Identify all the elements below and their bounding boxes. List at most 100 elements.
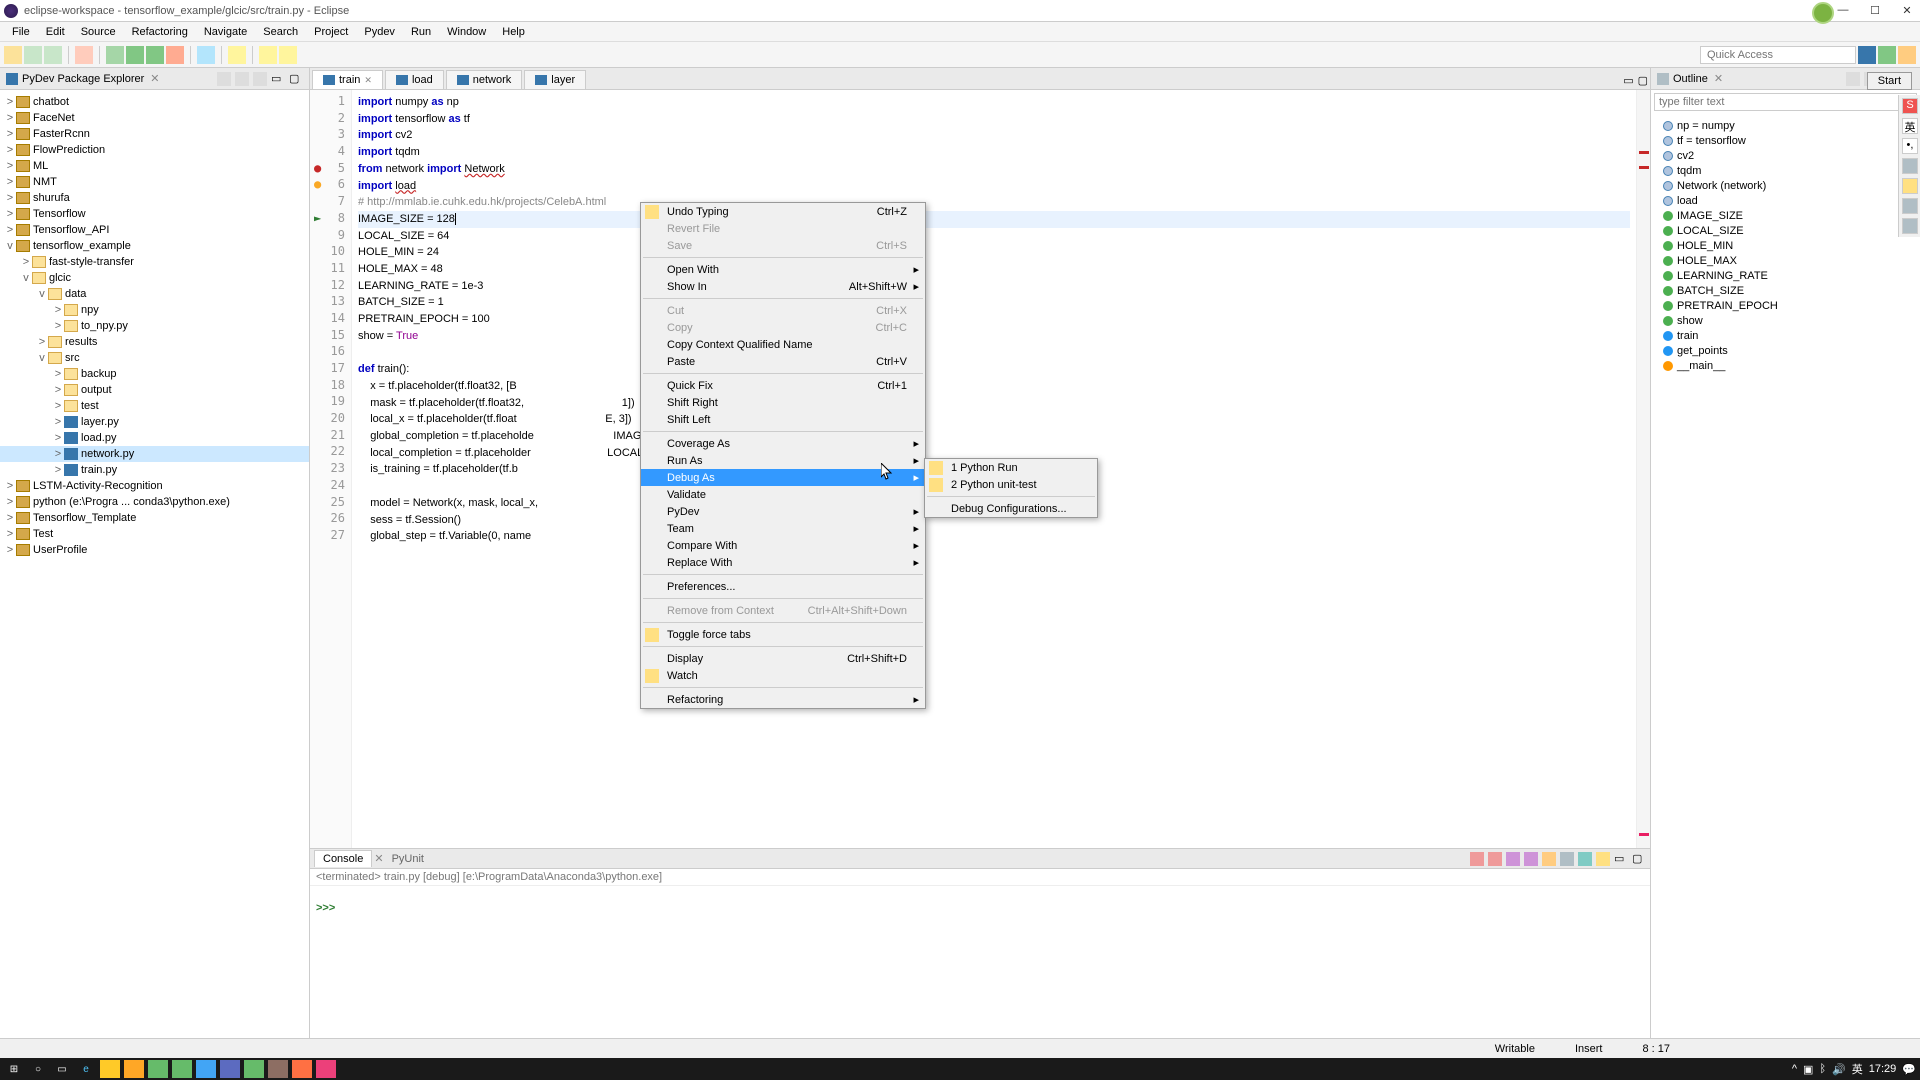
tray-up-icon[interactable]: ^ [1792, 1063, 1797, 1075]
minimize-icon[interactable]: ▭ [271, 72, 285, 86]
eclipse-taskbar-icon[interactable] [292, 1060, 312, 1078]
tree-item-layer-py[interactable]: >layer.py [0, 414, 309, 430]
new-button[interactable] [4, 46, 22, 64]
save-button[interactable] [24, 46, 42, 64]
tray-face-icon[interactable] [1902, 178, 1918, 194]
edge-icon[interactable]: e [76, 1060, 96, 1078]
tree-item-npy[interactable]: >npy [0, 302, 309, 318]
tray-dot-icon[interactable]: •, [1902, 138, 1918, 154]
editor-tab-train[interactable]: train✕ [312, 70, 383, 89]
outline-item-hole-max[interactable]: HOLE_MAX [1655, 253, 1916, 268]
app-icon-4[interactable] [196, 1060, 216, 1078]
outline-item-load[interactable]: load [1655, 193, 1916, 208]
editor-tab-network[interactable]: network [446, 70, 523, 89]
menu-project[interactable]: Project [306, 26, 356, 38]
tray-zh-icon[interactable]: 英 [1902, 118, 1918, 134]
app-icon-7[interactable] [268, 1060, 288, 1078]
ctx-display[interactable]: DisplayCtrl+Shift+D [641, 650, 925, 667]
menu-edit[interactable]: Edit [38, 26, 73, 38]
editor-min-icon[interactable]: ▭ [1623, 74, 1633, 87]
tree-item-chatbot[interactable]: >chatbot [0, 94, 309, 110]
tree-item-userprofile[interactable]: >UserProfile [0, 542, 309, 558]
view-menu-icon[interactable] [253, 72, 267, 86]
ctx-replace-with[interactable]: Replace With▸ [641, 554, 925, 571]
tray-time[interactable]: 17:29 [1869, 1063, 1897, 1075]
tree-item-load-py[interactable]: >load.py [0, 430, 309, 446]
start-button[interactable]: Start [1867, 72, 1912, 90]
tray-key-icon[interactable] [1902, 158, 1918, 174]
outline-close-icon[interactable]: ✕ [1714, 72, 1723, 85]
tray-tool-icon[interactable] [1902, 218, 1918, 234]
editor-tab-load[interactable]: load [385, 70, 444, 89]
ctx-coverage-as[interactable]: Coverage As▸ [641, 435, 925, 452]
collapse-all-icon[interactable] [217, 72, 231, 86]
tree-item-network-py[interactable]: >network.py [0, 446, 309, 462]
ctx-watch[interactable]: Watch [641, 667, 925, 684]
search-button[interactable] [228, 46, 246, 64]
tray-vol-icon[interactable]: 🔊 [1832, 1063, 1846, 1076]
tree-item-fasterrcnn[interactable]: >FasterRcnn [0, 126, 309, 142]
outline-item-learning-rate[interactable]: LEARNING_RATE [1655, 268, 1916, 283]
console-tab[interactable]: Console [314, 850, 372, 867]
quick-access-input[interactable] [1700, 46, 1856, 64]
ctx-run-as[interactable]: Run As▸ [641, 452, 925, 469]
outline-item-batch-size[interactable]: BATCH_SIZE [1655, 283, 1916, 298]
editor-max-icon[interactable]: ▢ [1638, 74, 1648, 87]
link-editor-icon[interactable] [235, 72, 249, 86]
tree-item-src[interactable]: vsrc [0, 350, 309, 366]
tree-item-nmt[interactable]: >NMT [0, 174, 309, 190]
back-button[interactable] [259, 46, 277, 64]
ctx-debug-as[interactable]: Debug As▸ [641, 469, 925, 486]
line-gutter[interactable]: 1234567891011121314151617181920212223242… [310, 90, 352, 848]
console-tab-close-icon[interactable]: ✕ [374, 852, 383, 865]
app-icon-1[interactable] [124, 1060, 144, 1078]
context-menu[interactable]: Undo TypingCtrl+ZRevert FileSaveCtrl+SOp… [640, 202, 926, 709]
tray-bt-icon[interactable]: ᛒ [1819, 1063, 1826, 1075]
console-stop-icon[interactable] [1488, 852, 1502, 866]
ctx-validate[interactable]: Validate [641, 486, 925, 503]
system-tray[interactable]: ^ ▣ ᛒ 🔊 英 17:29 💬 [1792, 1061, 1916, 1077]
menu-window[interactable]: Window [439, 26, 494, 38]
console-body[interactable]: >>> [310, 886, 1650, 1058]
maximize-icon[interactable]: ▢ [289, 72, 303, 86]
new-class-button[interactable] [197, 46, 215, 64]
menu-run[interactable]: Run [403, 26, 439, 38]
ctx-refactoring[interactable]: Refactoring▸ [641, 691, 925, 708]
start-menu-button[interactable]: ⊞ [4, 1060, 24, 1078]
outline-item---main--[interactable]: __main__ [1655, 358, 1916, 373]
outline-item-get-points[interactable]: get_points [1655, 343, 1916, 358]
search-button-tb[interactable]: ○ [28, 1060, 48, 1078]
close-button[interactable]: ✕ [1898, 4, 1916, 17]
minimize-button[interactable]: — [1834, 4, 1852, 17]
pyunit-tab[interactable]: PyUnit [384, 851, 432, 867]
ctx-show-in[interactable]: Show InAlt+Shift+W▸ [641, 278, 925, 295]
tree-item-lstm-activity-recognition[interactable]: >LSTM-Activity-Recognition [0, 478, 309, 494]
ctx-toggle-force-tabs[interactable]: Toggle force tabs [641, 626, 925, 643]
outline-item-train[interactable]: train [1655, 328, 1916, 343]
outline-item-tqdm[interactable]: tqdm [1655, 163, 1916, 178]
tray-lang-icon[interactable]: 英 [1852, 1061, 1863, 1077]
tree-item-tensorflow-api[interactable]: >Tensorflow_API [0, 222, 309, 238]
perspective-debug[interactable] [1878, 46, 1896, 64]
sort-icon[interactable] [1846, 72, 1860, 86]
console-open-icon[interactable] [1596, 852, 1610, 866]
menu-source[interactable]: Source [73, 26, 124, 38]
ctx-compare-with[interactable]: Compare With▸ [641, 537, 925, 554]
ctx-copy-context-qualified-name[interactable]: Copy Context Qualified Name [641, 336, 925, 353]
tree-item-output[interactable]: >output [0, 382, 309, 398]
ctx-preferences---[interactable]: Preferences... [641, 578, 925, 595]
tree-item-flowprediction[interactable]: >FlowPrediction [0, 142, 309, 158]
console-pin-icon[interactable] [1560, 852, 1574, 866]
tree-item-tensorflow-example[interactable]: vtensorflow_example [0, 238, 309, 254]
app-icon-8[interactable] [316, 1060, 336, 1078]
tree-item-tensorflow-template[interactable]: >Tensorflow_Template [0, 510, 309, 526]
ctx-1-python-run[interactable]: 1 Python Run [925, 459, 1097, 476]
outline-item-image-size[interactable]: IMAGE_SIZE [1655, 208, 1916, 223]
app-icon-3[interactable] [172, 1060, 192, 1078]
ctx-undo-typing[interactable]: Undo TypingCtrl+Z [641, 203, 925, 220]
outline-item-cv2[interactable]: cv2 [1655, 148, 1916, 163]
menu-pydev[interactable]: Pydev [356, 26, 403, 38]
profile-badge[interactable] [1812, 2, 1834, 24]
menu-file[interactable]: File [4, 26, 38, 38]
panel-close-icon[interactable]: ✕ [150, 72, 159, 85]
